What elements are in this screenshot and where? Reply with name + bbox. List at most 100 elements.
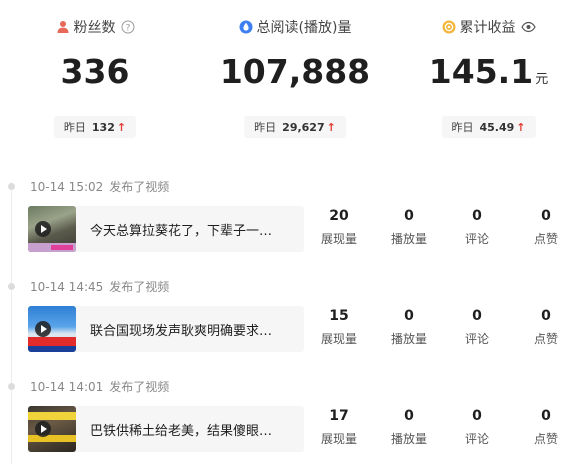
thumbnail-caption-strip bbox=[28, 412, 76, 420]
metric-likes: 0 点赞 bbox=[511, 306, 577, 347]
metric-value: 0 bbox=[472, 308, 482, 324]
metric-label: 点赞 bbox=[533, 432, 558, 446]
stat-reads-value: 107,888 bbox=[190, 52, 400, 91]
stat-fans-label-row: 粉丝数 ? bbox=[0, 17, 190, 37]
stat-income[interactable]: 累计收益 145.1 元 昨日 45.49 ↑ bbox=[400, 0, 577, 150]
post-action: 发布了视频 bbox=[109, 380, 170, 394]
thumbnail-caption-strip bbox=[28, 337, 76, 346]
help-circle-icon[interactable]: ? bbox=[121, 20, 135, 34]
video-title[interactable]: 巴铁供稀土给老美，结果傻眼… bbox=[90, 420, 290, 439]
metric-value: 0 bbox=[404, 208, 414, 224]
stat-reads-number: 107,888 bbox=[219, 52, 371, 91]
post-time: 10-14 14:01 bbox=[30, 380, 104, 394]
yesterday-label: 昨日 bbox=[451, 121, 474, 134]
metric-label: 点赞 bbox=[533, 232, 558, 246]
video-title[interactable]: 今天总算拉葵花了，下辈子一… bbox=[90, 220, 290, 239]
timeline-dot bbox=[8, 383, 15, 390]
drop-icon bbox=[239, 20, 253, 34]
stat-reads[interactable]: 总阅读(播放)量 107,888 昨日 29,627 ↑ bbox=[190, 0, 400, 150]
yesterday-value: 45.49 bbox=[479, 120, 515, 134]
metric-label: 展现量 bbox=[320, 432, 357, 446]
thumbnail-caption-strip bbox=[28, 435, 76, 442]
metric-label: 评论 bbox=[464, 332, 489, 346]
metric-label: 播放量 bbox=[390, 332, 427, 346]
trend-up-icon: ↑ bbox=[516, 120, 526, 134]
metric-value: 20 bbox=[329, 208, 349, 224]
post-action: 发布了视频 bbox=[109, 280, 170, 294]
metric-label: 播放量 bbox=[390, 232, 427, 246]
metric-comments: 0 评论 bbox=[442, 406, 512, 447]
post-meta: 10-14 15:02 发布了视频 bbox=[30, 178, 169, 195]
trend-up-icon: ↑ bbox=[116, 120, 127, 134]
metric-plays: 0 播放量 bbox=[374, 406, 444, 447]
stat-fans-value: 336 bbox=[0, 52, 190, 91]
metric-likes: 0 点赞 bbox=[511, 406, 577, 447]
metric-label: 播放量 bbox=[390, 432, 427, 446]
metric-value: 0 bbox=[472, 208, 482, 224]
metric-label: 点赞 bbox=[533, 332, 558, 346]
person-icon bbox=[57, 21, 68, 33]
stat-income-yesterday: 昨日 45.49 ↑ bbox=[441, 116, 536, 138]
video-thumbnail[interactable] bbox=[28, 306, 76, 352]
video-thumbnail[interactable] bbox=[28, 406, 76, 452]
metric-label: 展现量 bbox=[320, 232, 357, 246]
svg-text:?: ? bbox=[125, 23, 130, 33]
metric-value: 0 bbox=[541, 308, 551, 324]
timeline-item: 10-14 14:45 发布了视频 联合国现场发声耿爽明确要求… 15 展现量 0 播… bbox=[0, 266, 577, 366]
currency-unit: 元 bbox=[535, 72, 549, 87]
trend-up-icon: ↑ bbox=[326, 120, 336, 134]
video-card[interactable]: 今天总算拉葵花了，下辈子一… bbox=[28, 206, 304, 252]
metric-impressions: 15 展现量 bbox=[304, 306, 374, 347]
stat-fans[interactable]: 粉丝数 ? 336 昨日 132 ↑ bbox=[0, 0, 190, 150]
metric-impressions: 20 展现量 bbox=[304, 206, 374, 247]
stat-reads-label-row: 总阅读(播放)量 bbox=[190, 17, 400, 37]
metric-label: 评论 bbox=[464, 432, 489, 446]
thumbnail-caption-strip bbox=[28, 346, 76, 352]
stat-fans-yesterday: 昨日 132 ↑ bbox=[53, 116, 137, 138]
stat-reads-label: 总阅读(播放)量 bbox=[256, 20, 352, 36]
metric-value: 17 bbox=[329, 408, 349, 424]
stat-fans-number: 336 bbox=[60, 52, 130, 91]
stat-income-value: 145.1 元 bbox=[400, 52, 577, 91]
thumbnail-caption-strip bbox=[28, 243, 76, 252]
yesterday-label: 昨日 bbox=[254, 121, 277, 134]
stat-reads-yesterday: 昨日 29,627 ↑ bbox=[244, 116, 346, 138]
timeline-item: 10-14 15:02 发布了视频 今天总算拉葵花了，下辈子一… 20 展现量 0 播… bbox=[0, 166, 577, 266]
yesterday-value: 132 bbox=[91, 120, 115, 134]
play-icon[interactable] bbox=[35, 321, 51, 337]
metric-comments: 0 评论 bbox=[442, 206, 512, 247]
metric-plays: 0 播放量 bbox=[374, 306, 444, 347]
metric-value: 0 bbox=[404, 408, 414, 424]
stat-fans-label: 粉丝数 bbox=[73, 20, 116, 36]
stat-income-label-row: 累计收益 bbox=[400, 17, 577, 37]
stat-income-label: 累计收益 bbox=[459, 20, 516, 36]
stats-overview: 粉丝数 ? 336 昨日 132 ↑ 总阅读(播放)量 107,888 昨日 2… bbox=[0, 0, 577, 150]
video-title[interactable]: 联合国现场发声耿爽明确要求… bbox=[90, 320, 290, 339]
play-icon[interactable] bbox=[35, 221, 51, 237]
metric-likes: 0 点赞 bbox=[511, 206, 577, 247]
post-time: 10-14 15:02 bbox=[30, 180, 104, 194]
metric-value: 0 bbox=[472, 408, 482, 424]
metric-value: 0 bbox=[404, 308, 414, 324]
post-action: 发布了视频 bbox=[109, 180, 170, 194]
video-card[interactable]: 联合国现场发声耿爽明确要求… bbox=[28, 306, 304, 352]
stat-income-number: 145.1 bbox=[428, 52, 534, 91]
yesterday-value: 29,627 bbox=[282, 120, 325, 134]
coin-icon bbox=[442, 20, 455, 34]
activity-timeline: 10-14 15:02 发布了视频 今天总算拉葵花了，下辈子一… 20 展现量 0 播… bbox=[0, 160, 577, 464]
metric-label: 评论 bbox=[464, 232, 489, 246]
metric-comments: 0 评论 bbox=[442, 306, 512, 347]
metric-value: 15 bbox=[329, 308, 349, 324]
post-meta: 10-14 14:45 发布了视频 bbox=[30, 278, 169, 295]
timeline-dot bbox=[8, 283, 15, 290]
post-meta: 10-14 14:01 发布了视频 bbox=[30, 378, 169, 395]
play-icon[interactable] bbox=[35, 421, 51, 437]
video-card[interactable]: 巴铁供稀土给老美，结果傻眼… bbox=[28, 406, 304, 452]
metric-label: 展现量 bbox=[320, 332, 357, 346]
post-time: 10-14 14:45 bbox=[30, 280, 104, 294]
metric-plays: 0 播放量 bbox=[374, 206, 444, 247]
timeline-item: 10-14 14:01 发布了视频 巴铁供稀土给老美，结果傻眼… 17 展现量 0 播… bbox=[0, 366, 577, 464]
eye-icon[interactable] bbox=[520, 20, 536, 34]
metric-value: 0 bbox=[541, 408, 551, 424]
video-thumbnail[interactable] bbox=[28, 206, 76, 252]
